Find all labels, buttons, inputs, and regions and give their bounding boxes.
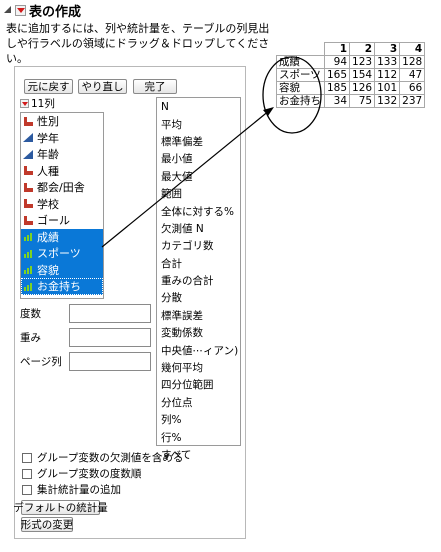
list-item[interactable]: 列% — [157, 411, 240, 428]
continuous-icon — [23, 281, 34, 292]
list-item[interactable]: 欠測値 N — [157, 220, 240, 237]
table-corner — [276, 42, 325, 56]
table-cell: 123 — [349, 55, 376, 69]
list-item[interactable]: 標準偏差 — [157, 133, 240, 150]
outline-header: 表の作成 — [3, 3, 82, 20]
list-item-selected[interactable]: スポーツ — [21, 245, 103, 262]
list-item-selected[interactable]: 容貌 — [21, 261, 103, 278]
continuous-icon — [23, 264, 34, 275]
nominal-icon — [23, 198, 34, 209]
default-stats-button[interactable]: デフォルトの統計量 — [13, 500, 108, 515]
list-item[interactable]: 年齢 — [21, 146, 103, 163]
change-format-button[interactable]: 形式の変更 — [21, 517, 73, 532]
list-item[interactable]: カテゴリ数 — [157, 237, 240, 254]
undo-button[interactable]: 元に戻す — [24, 79, 73, 94]
row-label[interactable]: スポーツ — [276, 68, 325, 82]
row-label[interactable]: 容貌 — [276, 81, 325, 95]
list-item[interactable]: N — [157, 98, 240, 115]
list-item[interactable]: 分散 — [157, 289, 240, 306]
table-cell: 75 — [349, 94, 376, 108]
table-cell: 126 — [349, 81, 376, 95]
weight-label: 重み — [20, 332, 41, 344]
ordinal-icon — [23, 149, 34, 160]
arrowhead-icon — [263, 107, 274, 116]
done-button[interactable]: 完了 — [133, 79, 177, 94]
table-cell: 154 — [349, 68, 376, 82]
row-label[interactable]: 成績 — [276, 55, 325, 69]
checkbox-icon[interactable] — [22, 484, 32, 495]
freq-label: 度数 — [20, 308, 41, 320]
table-cell: 132 — [374, 94, 401, 108]
list-item[interactable]: 中央値⋯ィアン) — [157, 341, 240, 358]
list-item[interactable]: 学校 — [21, 196, 103, 213]
list-item[interactable]: 行% — [157, 428, 240, 445]
table-cell: 237 — [399, 94, 426, 108]
columns-header[interactable]: 11列 — [20, 97, 55, 110]
table-cell: 112 — [374, 68, 401, 82]
list-item[interactable]: 性別 — [21, 113, 103, 130]
list-item[interactable]: 最大値 — [157, 168, 240, 185]
checkbox-icon[interactable] — [22, 468, 32, 479]
freq-drop-zone[interactable] — [69, 304, 151, 323]
nominal-icon — [23, 165, 34, 176]
continuous-icon — [23, 231, 34, 242]
list-item[interactable]: 範囲 — [157, 185, 240, 202]
list-item[interactable]: 平均 — [157, 115, 240, 132]
redo-button[interactable]: やり直し — [78, 79, 127, 94]
instruction-text: 表に追加するには、列や統計量を、テーブルの列見出しや行ラベルの領域にドラッグ＆ド… — [6, 22, 270, 65]
list-item[interactable]: 分位点 — [157, 394, 240, 411]
continuous-icon — [23, 248, 34, 259]
list-item[interactable]: 四分位範囲 — [157, 376, 240, 393]
table-cell: 185 — [323, 81, 351, 95]
red-triangle-menu-icon[interactable] — [15, 4, 26, 16]
column-header[interactable]: 2 — [349, 42, 376, 56]
column-header[interactable]: 4 — [399, 42, 426, 56]
checkbox-icon[interactable] — [22, 452, 32, 463]
page-column-label: ページ列 — [20, 356, 62, 368]
list-item[interactable]: 都会/田舎 — [21, 179, 103, 196]
table-cell: 94 — [323, 55, 351, 69]
table-cell: 101 — [374, 81, 401, 95]
list-item-selected[interactable]: お金持ち — [21, 278, 103, 295]
table-cell: 133 — [374, 55, 401, 69]
column-list[interactable]: 性別 学年 年齢 人種 都会/田舎 学校 ゴール 成績 スポーツ 容貌 お金持ち — [20, 112, 104, 299]
statistics-list[interactable]: N 平均 標準偏差 最小値 最大値 範囲 全体に対する% 欠測値 N カテゴリ数… — [156, 97, 241, 461]
list-item[interactable]: 学年 — [21, 130, 103, 147]
row-label[interactable]: お金持ち — [276, 94, 325, 108]
missing-group-checkbox[interactable]: グループ変数の欠測値を含める — [22, 451, 183, 464]
freq-order-checkbox[interactable]: グループ変数の度数順 — [22, 467, 141, 480]
column-header[interactable]: 1 — [323, 42, 351, 56]
list-item[interactable]: 幾何平均 — [157, 359, 240, 376]
list-item[interactable]: 標準誤差 — [157, 307, 240, 324]
add-summary-checkbox[interactable]: 集計統計量の追加 — [22, 483, 121, 496]
columns-count: 11列 — [31, 98, 55, 110]
list-item-selected[interactable]: 成績 — [21, 228, 103, 245]
result-table: 1 2 3 4 成績 94 123 133 128 スポーツ 165 154 1… — [276, 42, 426, 108]
list-item[interactable]: 人種 — [21, 163, 103, 180]
list-item[interactable]: 変動係数 — [157, 324, 240, 341]
table-cell: 34 — [323, 94, 351, 108]
list-item[interactable]: ゴール — [21, 212, 103, 229]
list-item[interactable]: 合計 — [157, 255, 240, 272]
table-cell: 66 — [399, 81, 426, 95]
nominal-icon — [23, 215, 34, 226]
column-header[interactable]: 3 — [374, 42, 401, 56]
table-cell: 128 — [399, 55, 426, 69]
outline-title: 表の作成 — [29, 4, 82, 20]
table-cell: 165 — [323, 68, 351, 82]
weight-drop-zone[interactable] — [69, 328, 151, 347]
list-item[interactable]: 最小値 — [157, 150, 240, 167]
table-cell: 47 — [399, 68, 426, 82]
red-triangle-icon[interactable] — [20, 99, 29, 108]
disclosure-icon[interactable] — [3, 5, 12, 15]
ordinal-icon — [23, 132, 34, 143]
nominal-icon — [23, 182, 34, 193]
nominal-icon — [23, 116, 34, 127]
list-item[interactable]: 重みの合計 — [157, 272, 240, 289]
list-item[interactable]: 全体に対する% — [157, 202, 240, 219]
page-column-drop-zone[interactable] — [69, 352, 151, 371]
